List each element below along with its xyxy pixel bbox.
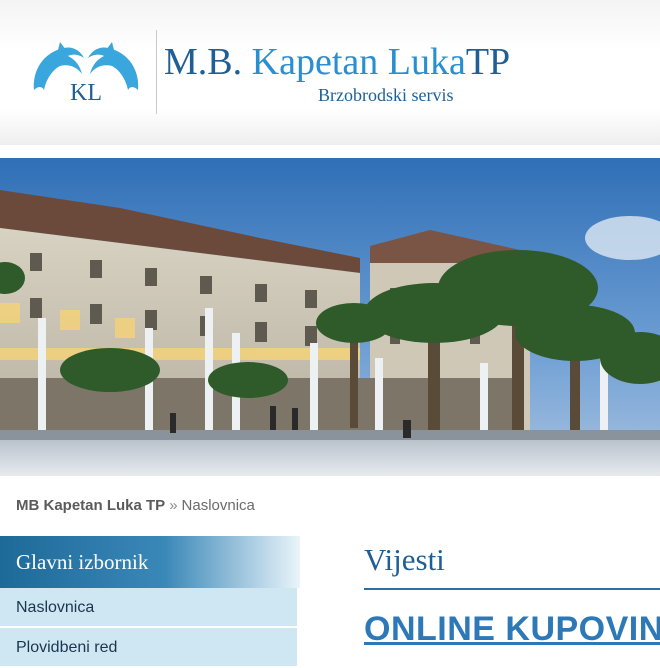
menu-item-plovidbeni-red[interactable]: Plovidbeni red [0,628,297,668]
logo-initials: KL [70,80,102,106]
main-menu: Glavni izbornik Naslovnica Plovidbeni re… [0,536,300,668]
breadcrumb-current: Naslovnica [181,497,255,514]
breadcrumb: MB Kapetan Luka TP» Naslovnica [16,497,255,514]
menu-item-naslovnica[interactable]: Naslovnica [0,588,297,628]
hero-photo [0,158,660,476]
article-title-link[interactable]: ONLINE KUPOVINA [364,610,660,649]
site-header: KL M.B. Kapetan LukaTP Brzobrodski servi… [0,0,660,145]
site-tagline: Brzobrodski servis [318,85,454,105]
site-brand[interactable]: M.B. Kapetan LukaTP [164,40,510,84]
header-divider [156,30,157,114]
section-divider [364,588,660,590]
breadcrumb-home-link[interactable]: MB Kapetan Luka TP [16,497,165,514]
dolphin-logo-icon[interactable]: KL [30,40,142,106]
breadcrumb-separator: » [169,497,178,514]
section-title: Vijesti [364,542,445,577]
main-menu-title: Glavni izbornik [0,536,300,588]
brand-prefix: M.B. [164,41,243,83]
brand-suffix: TP [465,41,511,83]
brand-name: Kapetan Luka [251,41,466,83]
